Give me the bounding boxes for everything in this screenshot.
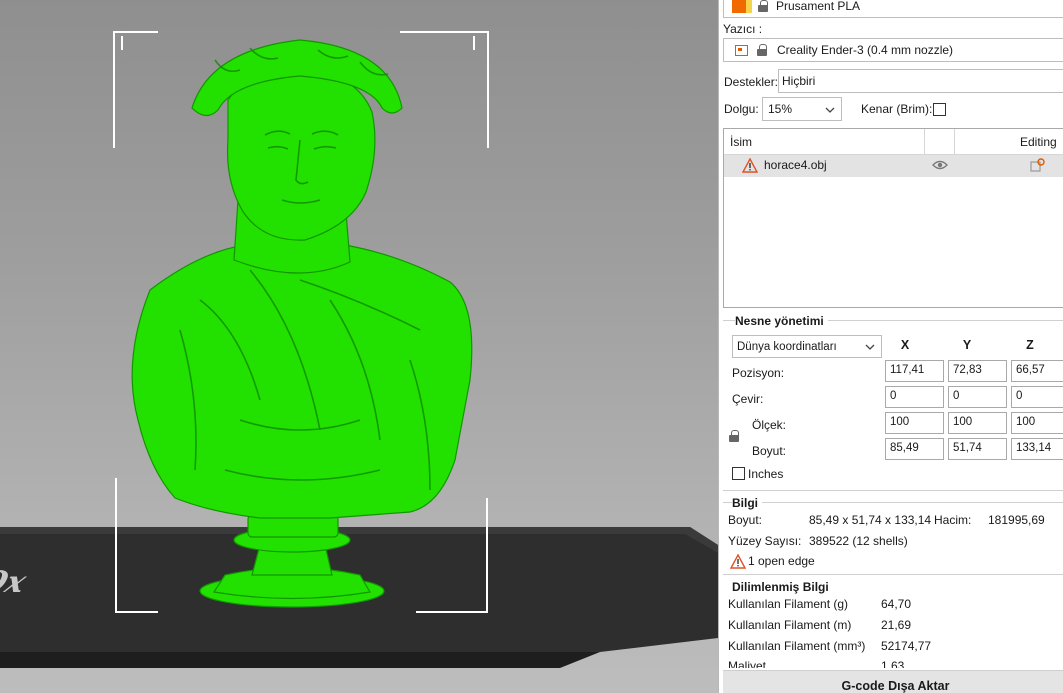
- export-gcode-button[interactable]: G-code Dışa Aktar: [723, 670, 1063, 693]
- infill-combo[interactable]: 15%: [762, 97, 842, 121]
- printer-label: Yazıcı :: [723, 22, 763, 36]
- rotation-z-field[interactable]: 0: [1011, 386, 1063, 408]
- position-y-field[interactable]: 72,83: [948, 360, 1007, 382]
- sliced-row-value: 52174,77: [881, 639, 932, 653]
- rotation-label: Çevir:: [732, 392, 764, 406]
- info-volume-label: Hacim:: [934, 513, 972, 527]
- supports-combo[interactable]: Hiçbiri: [778, 69, 1063, 93]
- chevron-down-icon: [825, 107, 835, 113]
- filament-combo[interactable]: Prusament PLA: [723, 0, 1063, 18]
- info-volume-value: 181995,69: [988, 513, 1045, 527]
- eye-icon[interactable]: [932, 159, 948, 171]
- size-z-field[interactable]: 133,14: [1011, 438, 1063, 460]
- filament-value: Prusament PLA: [776, 0, 861, 13]
- axis-z-label: Z: [1026, 338, 1034, 352]
- scale-y-field[interactable]: 100: [948, 412, 1007, 434]
- sliced-row-value: 64,70: [881, 597, 912, 611]
- section-divider: [723, 574, 1063, 575]
- settings-panel: Prusament PLA Yazıcı : Creality Ender-3 …: [718, 0, 1063, 693]
- column-name[interactable]: İsim: [730, 135, 752, 149]
- info-size-value: 85,49 x 51,74 x 133,14: [809, 513, 932, 527]
- sliced-row-value: 21,69: [881, 618, 912, 632]
- model-horace-bust[interactable]: [0, 0, 718, 693]
- scale-label: Ölçek:: [752, 418, 787, 432]
- size-y-field[interactable]: 51,74: [948, 438, 1007, 460]
- brim-checkbox[interactable]: [933, 103, 946, 116]
- scale-x-field[interactable]: 100: [885, 412, 944, 434]
- object-list[interactable]: İsim Editing horace4.obj: [723, 128, 1063, 308]
- lock-icon: [757, 44, 767, 56]
- position-z-field[interactable]: 66,57: [1011, 360, 1063, 382]
- brim-label: Kenar (Brim):: [861, 102, 933, 116]
- object-name: horace4.obj: [764, 158, 827, 172]
- printer-icon: [735, 44, 748, 56]
- info-facets-value: 389522 (12 shells): [809, 534, 908, 548]
- filament-color-swatch-secondary: [746, 0, 752, 13]
- info-title: Bilgi: [732, 496, 762, 510]
- info-size-label: Boyut:: [728, 513, 763, 527]
- position-x-field[interactable]: 117,41: [885, 360, 944, 382]
- axis-y-label: Y: [962, 338, 972, 352]
- edit-settings-icon[interactable]: [1030, 158, 1045, 173]
- position-label: Pozisyon:: [732, 366, 785, 380]
- supports-label: Destekler:: [724, 75, 779, 89]
- rotation-y-field[interactable]: 0: [948, 386, 1007, 408]
- sliced-row-value: 1,63: [881, 659, 905, 668]
- section-divider: [723, 490, 1063, 491]
- object-row[interactable]: horace4.obj: [724, 155, 1063, 177]
- uniform-scale-lock-icon[interactable]: [729, 430, 741, 444]
- lock-icon: [758, 0, 768, 12]
- printer-value: Creality Ender-3 (0.4 mm nozzle): [777, 43, 954, 57]
- printer-combo[interactable]: Creality Ender-3 (0.4 mm nozzle): [723, 38, 1063, 62]
- supports-value: Hiçbiri: [782, 74, 816, 88]
- chevron-down-icon: [865, 344, 875, 350]
- coord-system-value: Dünya koordinatları: [737, 340, 837, 353]
- filament-color-swatch: [732, 0, 746, 13]
- warning-icon: [730, 554, 746, 569]
- rotation-x-field[interactable]: 0: [885, 386, 944, 408]
- scale-z-field[interactable]: 100: [1011, 412, 1063, 434]
- size-label: Boyut:: [752, 444, 787, 458]
- size-x-field[interactable]: 85,49: [885, 438, 944, 460]
- inches-label: Inches: [748, 467, 784, 481]
- coord-system-combo[interactable]: Dünya koordinatları: [732, 335, 882, 358]
- info-facets-label: Yüzey Sayısı:: [728, 534, 802, 548]
- infill-label: Dolgu:: [724, 102, 759, 116]
- section-divider: [723, 502, 1063, 503]
- 3d-viewport[interactable]: LSDx: [0, 0, 718, 693]
- column-editing[interactable]: Editing: [1020, 135, 1057, 149]
- sliced-info-title: Dilimlenmiş Bilgi: [732, 580, 833, 594]
- infill-value: 15%: [768, 102, 793, 116]
- object-manipulation-title: Nesne yönetimi: [735, 314, 828, 328]
- sliced-row-label: Kullanılan Filament (g): [728, 597, 849, 611]
- sliced-row-label: Kullanılan Filament (m): [728, 618, 852, 632]
- inches-checkbox[interactable]: [732, 467, 745, 480]
- sliced-row-label: Kullanılan Filament (mm³): [728, 639, 866, 653]
- warning-icon: [742, 158, 758, 173]
- info-warning-text: 1 open edge: [748, 554, 815, 568]
- object-list-header: İsim Editing: [724, 129, 1063, 155]
- sliced-row-label: Maliyet: [728, 659, 767, 668]
- axis-x-label: X: [900, 338, 910, 352]
